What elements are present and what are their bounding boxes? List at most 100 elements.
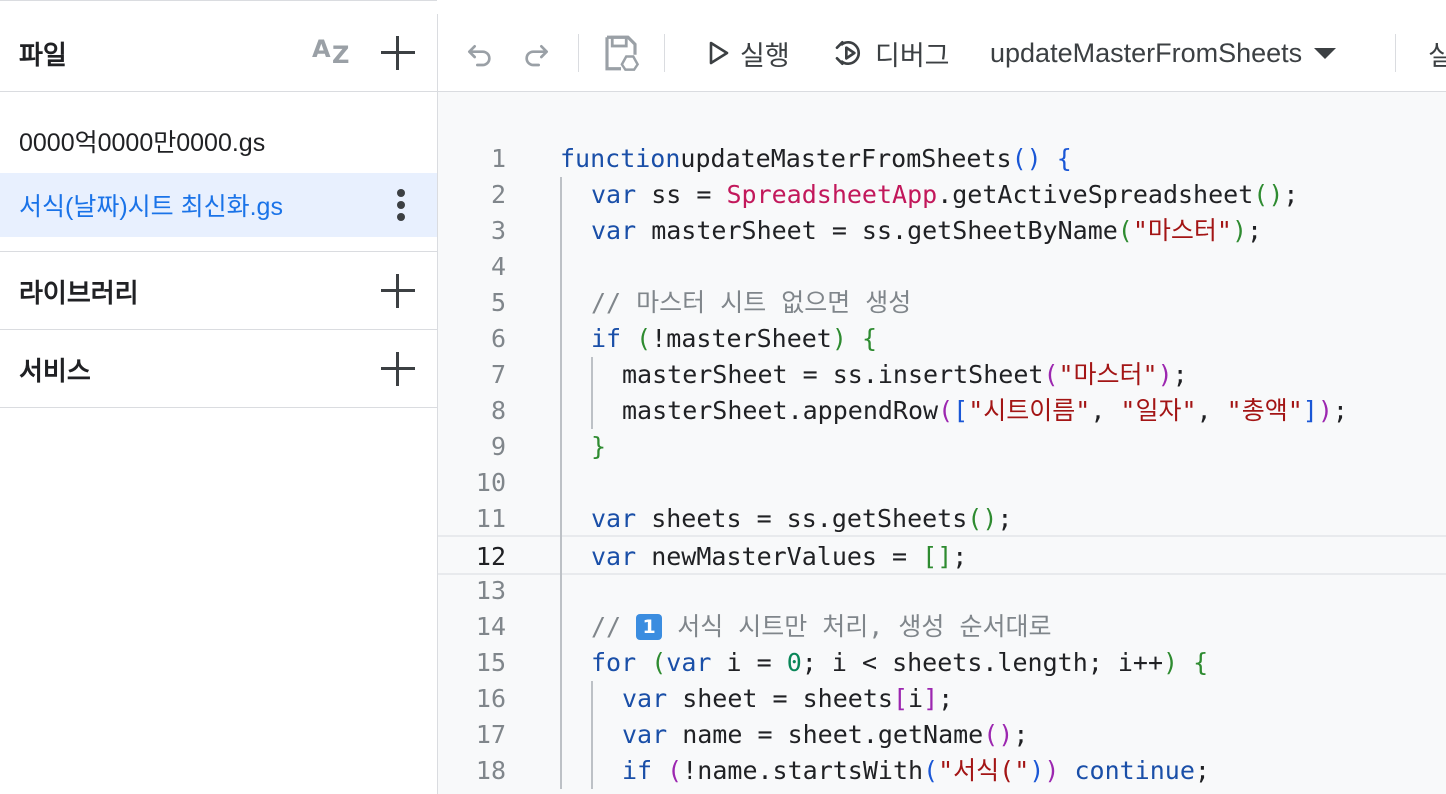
keycap-one-emoji: 1 — [636, 614, 663, 640]
code-text: var sheets = ss.getSheets(); — [591, 501, 1012, 537]
code-line[interactable]: 6 if (!masterSheet) { — [438, 321, 1446, 357]
execution-log-button[interactable]: 실 — [1428, 14, 1446, 92]
code-token: ( — [923, 756, 939, 785]
debug-button[interactable]: 디버그 — [833, 14, 950, 92]
code-token: ; — [1013, 720, 1029, 749]
code-line[interactable]: 17 var name = sheet.getName(); — [438, 717, 1446, 753]
services-title: 서비스 — [19, 356, 91, 386]
services-header: 서비스 — [0, 330, 437, 407]
code-line[interactable]: 16 var sheet = sheets[i]; — [438, 681, 1446, 717]
code-line[interactable]: 14 // 1 서식 시트만 처리, 생성 순서대로 — [438, 609, 1446, 645]
code-token: "시트이름" — [968, 396, 1091, 425]
code-line[interactable]: 9} — [438, 429, 1446, 465]
code-token: sheet = sheets — [667, 684, 893, 713]
code-token: var — [622, 684, 668, 713]
indent-guide — [591, 357, 593, 429]
code-token: ss = — [636, 180, 727, 209]
code-line[interactable]: 4 — [438, 249, 1446, 285]
line-number: 17 — [475, 720, 506, 749]
code-token: var — [622, 720, 668, 749]
code-token: !masterSheet — [651, 324, 832, 353]
sort-az-icon[interactable]: A Z — [312, 35, 356, 75]
line-number: 4 — [490, 252, 506, 281]
code-text: masterSheet = ss.insertSheet("마스터"); — [622, 357, 1188, 393]
code-text: var ss = SpreadsheetApp.getActiveSpreads… — [591, 177, 1298, 213]
line-number: 5 — [490, 288, 506, 317]
undo-button[interactable] — [464, 14, 496, 92]
code-line[interactable]: 8 masterSheet.appendRow(["시트이름", "일자", "총… — [438, 393, 1446, 429]
save-to-drive-button[interactable] — [600, 14, 642, 92]
code-token: { — [1193, 648, 1209, 677]
function-select[interactable]: updateMasterFromSheets — [990, 14, 1337, 92]
redo-button[interactable] — [520, 14, 552, 92]
code-token: ; — [1332, 396, 1348, 425]
line-number: 10 — [475, 468, 506, 497]
code-token: if — [622, 756, 653, 785]
libraries-title: 라이브러리 — [19, 278, 139, 308]
code-token: // — [591, 612, 637, 641]
code-token: masterSheet = ss.getSheetByName — [636, 216, 1118, 245]
code-editor[interactable]: 1 functionupdateMasterFromSheets() {2 var … — [438, 92, 1446, 794]
code-token: for — [591, 648, 637, 677]
code-line[interactable]: 2 var ss = SpreadsheetApp.getActiveSpread… — [438, 177, 1446, 213]
file-item-1-active[interactable]: 서식(날짜)시트 최신화.gs — [0, 173, 437, 237]
code-line[interactable]: 10 — [438, 465, 1446, 501]
code-line[interactable]: 15 for (var i = 0; i < sheets.length; i++… — [438, 645, 1446, 681]
file-name: 서식(날짜)시트 최신화.gs — [19, 193, 283, 221]
code-line[interactable]: 18 if (!name.startsWith("서식(")) continue; — [438, 753, 1446, 789]
code-line[interactable]: 5 // 마스터 시트 없으면 생성 — [438, 285, 1446, 321]
indent-guide — [560, 177, 562, 789]
add-library-button[interactable] — [381, 274, 415, 308]
code-line[interactable]: 1 functionupdateMasterFromSheets() { — [438, 141, 1446, 177]
toolbar-separator — [1395, 34, 1396, 72]
code-token: ; — [952, 542, 968, 571]
code-token: "마스터" — [1058, 360, 1158, 389]
file-item-0[interactable]: 0000억0000만0000.gs — [0, 109, 437, 173]
line-number: 6 — [490, 324, 506, 353]
code-token: SpreadsheetApp — [726, 180, 938, 209]
file-name: 0000억0000만0000.gs — [19, 129, 266, 157]
code-token: ; — [997, 504, 1013, 533]
code-token: ) — [1231, 216, 1248, 245]
code-line[interactable]: 3 var masterSheet = ss.getSheetByName("마스… — [438, 213, 1446, 249]
code-line[interactable]: 7 masterSheet = ss.insertSheet("마스터"); — [438, 357, 1446, 393]
line-number: 3 — [490, 216, 506, 245]
code-line[interactable]: 13 — [438, 573, 1446, 609]
code-line[interactable]: 11 var sheets = ss.getSheets(); — [438, 501, 1446, 537]
files-sidebar: 파일 A Z 0000억0000만0000.gs 서식(날짜)시트 최신화.gs… — [0, 0, 437, 794]
code-token: ; — [1247, 216, 1263, 245]
files-title: 파일 — [19, 40, 67, 70]
line-number: 14 — [475, 612, 506, 641]
code-token: i — [908, 684, 924, 713]
code-token: var — [591, 504, 637, 533]
toolbar-separator — [578, 34, 579, 72]
debug-icon — [835, 41, 861, 65]
add-file-button[interactable] — [381, 36, 415, 70]
more-vert-icon[interactable] — [397, 189, 405, 223]
code-token: !name.startsWith — [682, 756, 924, 785]
code-text: masterSheet.appendRow(["시트이름", "일자", "총액… — [622, 393, 1348, 429]
line-number: 18 — [475, 756, 506, 785]
run-button[interactable]: 실행 — [708, 14, 790, 92]
code-token: ; — [938, 684, 954, 713]
editor-toolbar: 실행 디버그 updateMasterFromSheets 실 — [438, 14, 1446, 92]
line-number: 11 — [475, 504, 506, 533]
code-token: name = sheet.getName — [667, 720, 984, 749]
code-token: ( — [667, 756, 683, 785]
code-token: } — [591, 432, 607, 461]
code-token: () — [1011, 144, 1042, 173]
divider — [0, 407, 437, 408]
save-drive-icon — [605, 35, 640, 71]
code-text: // 1 서식 시트만 처리, 생성 순서대로 — [591, 609, 1051, 645]
code-token: 0 — [786, 648, 802, 677]
code-token: ; i < sheets.length; i++ — [801, 648, 1163, 677]
add-service-button[interactable] — [381, 352, 415, 386]
code-token: var — [591, 542, 637, 571]
code-line[interactable]: 12 var newMasterValues = []; — [438, 535, 1446, 575]
code-token: () — [983, 720, 1014, 749]
